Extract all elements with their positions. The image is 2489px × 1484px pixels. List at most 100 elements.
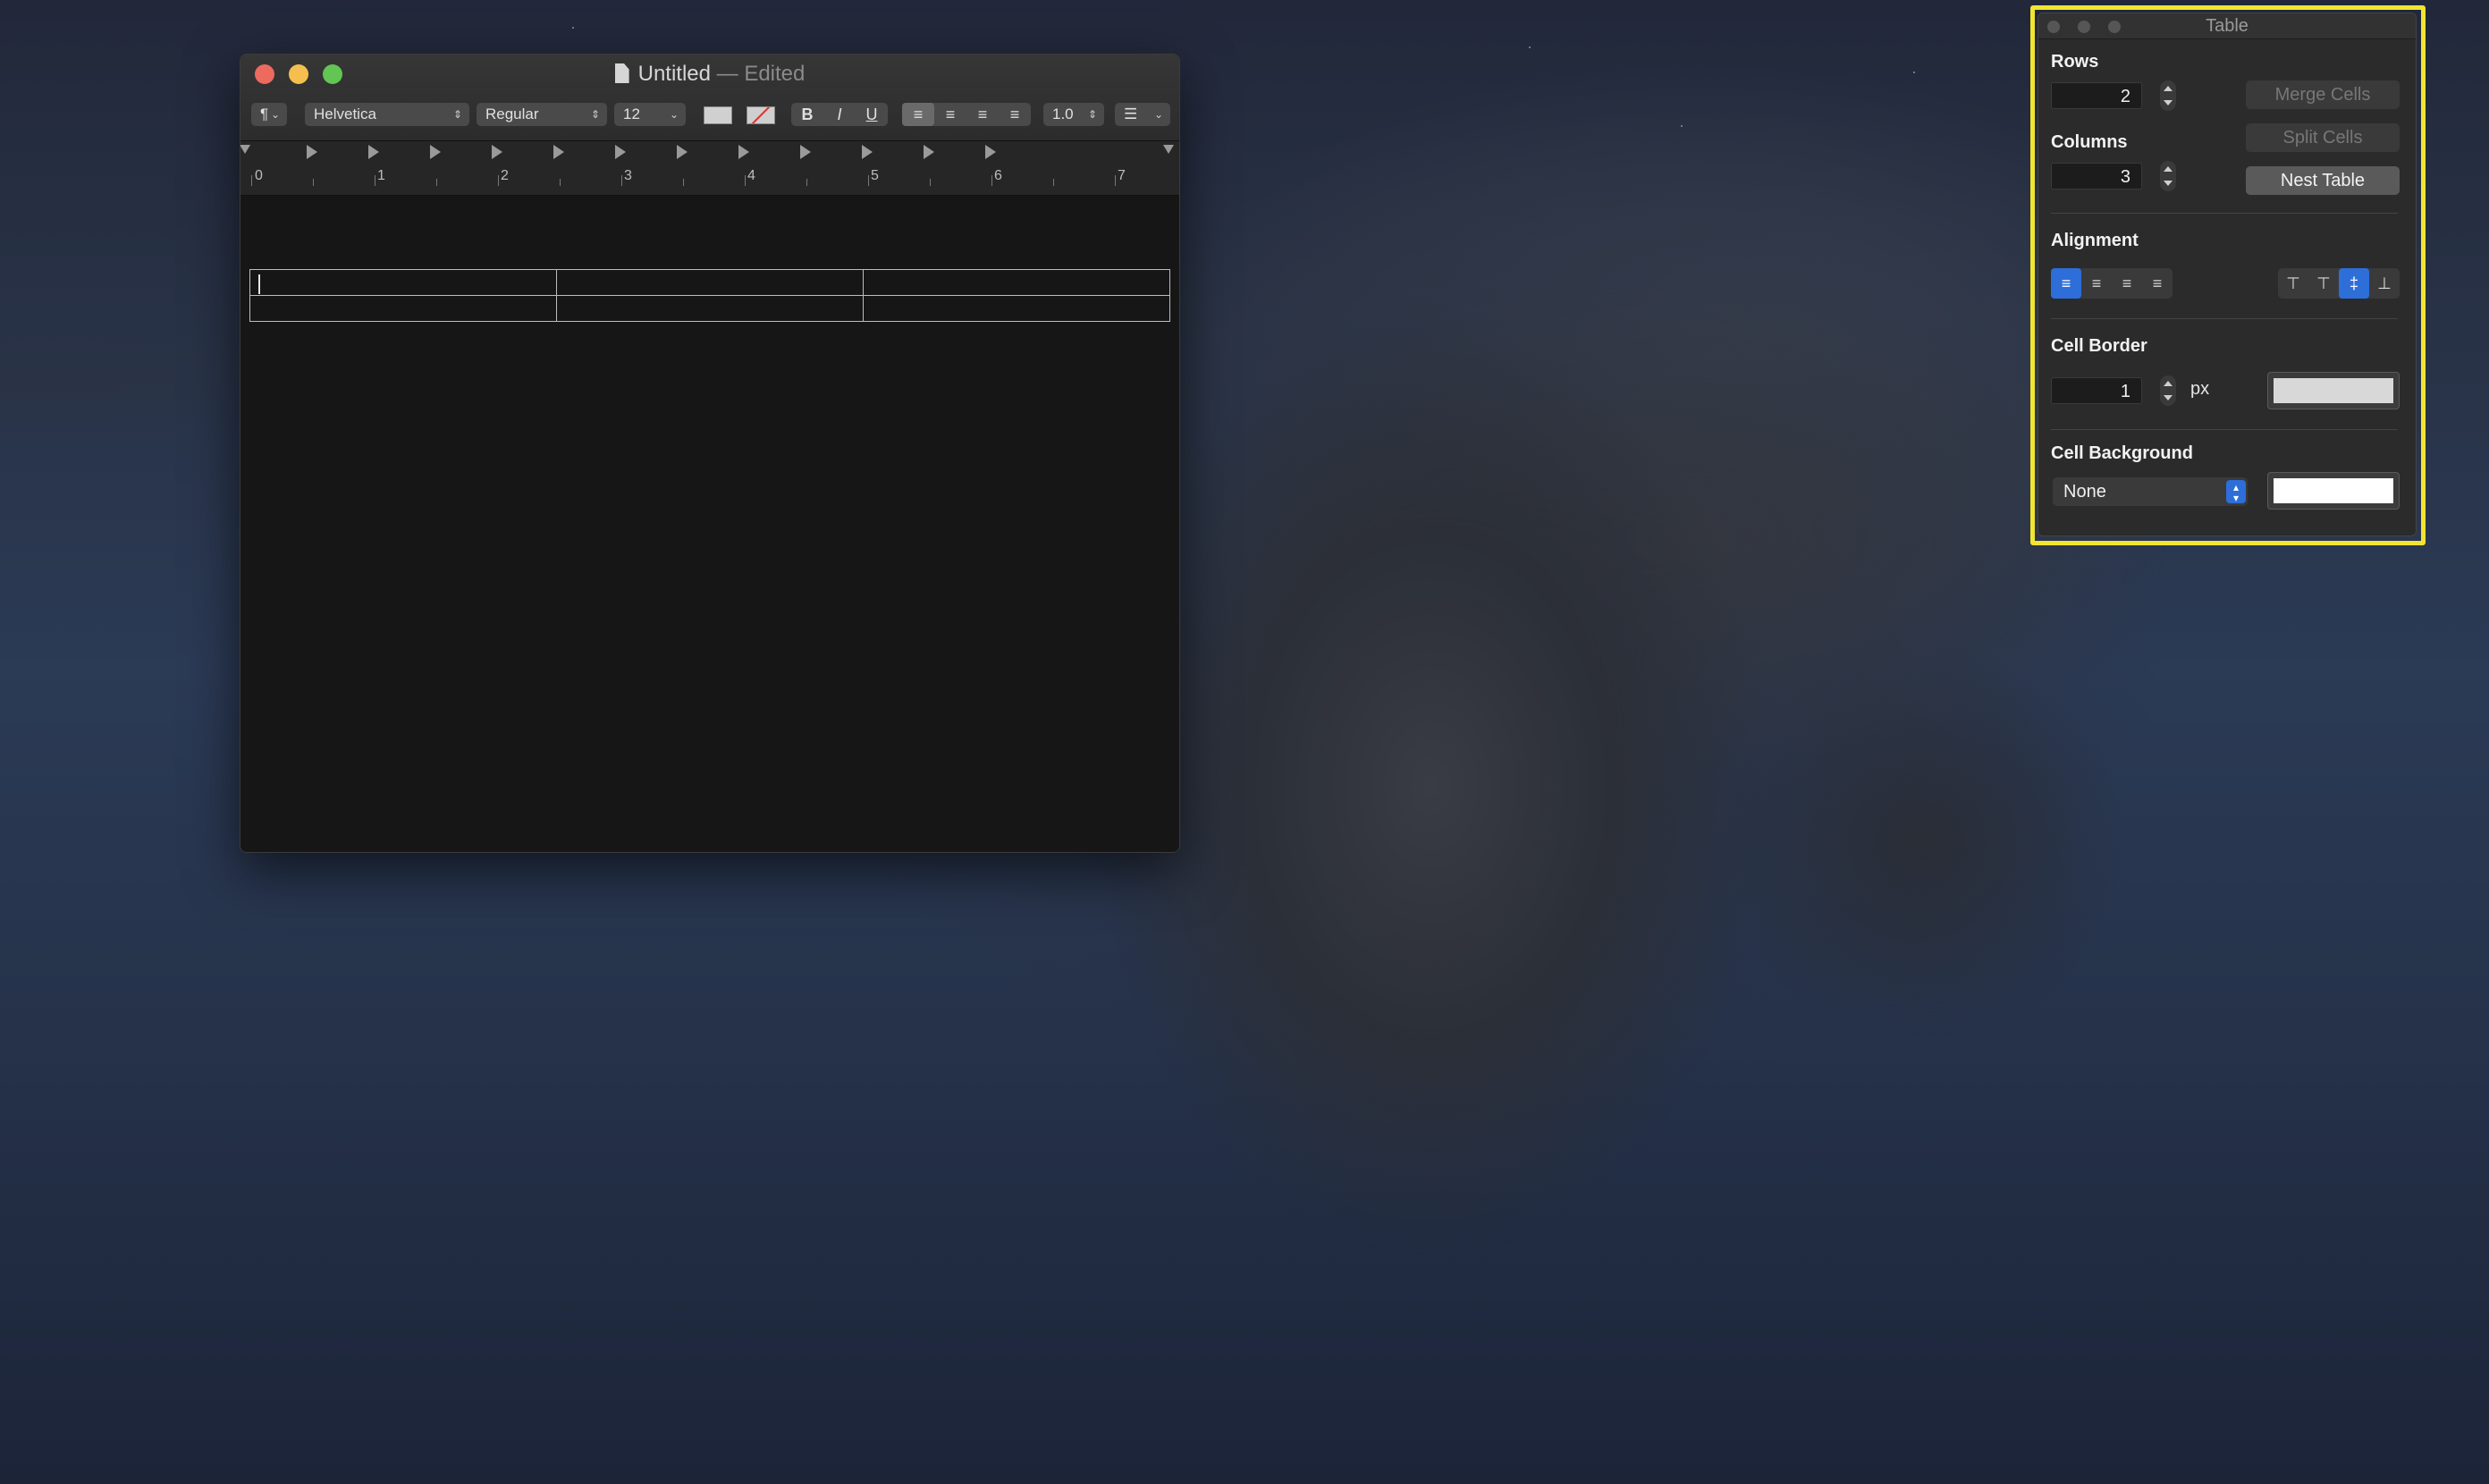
- align-center-icon[interactable]: ≡: [934, 103, 966, 126]
- first-line-indent-marker[interactable]: [240, 145, 250, 154]
- align-left-icon[interactable]: ≡: [902, 103, 934, 126]
- nest-table-button[interactable]: Nest Table: [2246, 166, 2400, 195]
- align-center-icon[interactable]: ≡: [2081, 268, 2112, 299]
- split-cells-button[interactable]: Split Cells: [2246, 123, 2400, 152]
- star: [1681, 125, 1683, 127]
- divider: [2051, 429, 2398, 430]
- ruler-tick: [868, 175, 869, 186]
- align-right-icon[interactable]: ≡: [2142, 268, 2173, 299]
- ruler-tick: [498, 175, 499, 186]
- font-size-combo[interactable]: 12 ⌄: [614, 103, 686, 126]
- star: [1529, 46, 1531, 48]
- align-left-icon[interactable]: ≡: [2051, 268, 2081, 299]
- tab-stop-icon[interactable]: [553, 145, 564, 159]
- ruler-tick: [621, 175, 622, 186]
- cell-background-label: Cell Background: [2051, 443, 2193, 463]
- list-icon: ☰: [1124, 105, 1138, 122]
- align-top-icon[interactable]: ⊤: [2278, 268, 2308, 299]
- align-right-icon[interactable]: ≡: [966, 103, 999, 126]
- merge-cells-button[interactable]: Merge Cells: [2246, 80, 2400, 109]
- align-baseline-icon[interactable]: ⊤: [2308, 268, 2339, 299]
- window-titlebar[interactable]: Untitled — Edited ¶ ⌄ Helvetica ⇕ Regular ⇕…: [240, 55, 1179, 141]
- font-family-popup[interactable]: Helvetica ⇕: [305, 103, 469, 126]
- background-color-swatch: [2274, 478, 2393, 503]
- ruler-tick: [930, 179, 931, 186]
- align-bottom-icon[interactable]: ⊥: [2369, 268, 2400, 299]
- cell-border-color-well[interactable]: [2267, 372, 2400, 409]
- ruler[interactable]: 0 1 2 3 4 5 6 7: [240, 141, 1179, 196]
- cell-border-width-field[interactable]: 1: [2051, 377, 2142, 404]
- table-cell[interactable]: [249, 295, 557, 322]
- edited-status: — Edited: [716, 62, 806, 86]
- table-cell[interactable]: [863, 295, 1170, 322]
- cell-border-label: Cell Border: [2051, 336, 2147, 356]
- panel-title: Table: [2206, 16, 2249, 36]
- border-unit-label: px: [2190, 379, 2210, 399]
- background-color-well[interactable]: [747, 106, 775, 124]
- cell-background-popup[interactable]: None ▴ ▾: [2053, 477, 2248, 506]
- document-text-area[interactable]: [240, 196, 1179, 852]
- font-family-value: Helvetica: [314, 105, 376, 122]
- document-name: Untitled: [637, 62, 711, 86]
- rows-label: Rows: [2051, 52, 2099, 72]
- rows-stepper[interactable]: [2160, 80, 2176, 111]
- align-justify-icon[interactable]: ≡: [2112, 268, 2142, 299]
- columns-field[interactable]: 3: [2051, 163, 2142, 190]
- tab-stop-icon[interactable]: [307, 145, 317, 159]
- tab-stop-icon[interactable]: [924, 145, 934, 159]
- text-color-well[interactable]: [704, 106, 732, 124]
- tab-stop-icon[interactable]: [985, 145, 996, 159]
- document-table[interactable]: [249, 269, 1170, 322]
- ruler-number: 2: [501, 168, 509, 183]
- text-style-segment[interactable]: B I U: [791, 103, 888, 126]
- divider: [2051, 318, 2398, 319]
- paragraph-styles-menu[interactable]: ¶ ⌄: [251, 103, 287, 126]
- cell-background-value: None: [2063, 482, 2106, 502]
- ruler-tick: [806, 179, 807, 186]
- font-style-value: Regular: [485, 105, 539, 122]
- rows-field[interactable]: 2: [2051, 82, 2142, 109]
- font-style-popup[interactable]: Regular ⇕: [477, 103, 607, 126]
- tab-stop-icon[interactable]: [615, 145, 626, 159]
- tab-stop-icon[interactable]: [738, 145, 749, 159]
- text-alignment-segment[interactable]: ≡ ≡ ≡ ≡: [902, 103, 1031, 126]
- text-caret: [258, 274, 260, 294]
- columns-stepper[interactable]: [2160, 161, 2176, 191]
- textedit-window[interactable]: Untitled — Edited ¶ ⌄ Helvetica ⇕ Regular ⇕…: [240, 54, 1180, 853]
- ruler-number: 1: [377, 168, 385, 183]
- tab-stop-icon[interactable]: [862, 145, 873, 159]
- line-spacing-popup[interactable]: 1.0 ⇕: [1043, 103, 1104, 126]
- horizontal-alignment-segment[interactable]: ≡ ≡ ≡ ≡: [2051, 268, 2173, 299]
- star: [572, 27, 574, 29]
- border-color-swatch: [2274, 378, 2393, 403]
- updown-arrows-icon: ⇕: [590, 108, 600, 121]
- cell-background-color-well[interactable]: [2267, 472, 2400, 510]
- ruler-number: 6: [994, 168, 1002, 183]
- list-bullets-popup[interactable]: ☰ ⌄: [1115, 103, 1170, 126]
- table-row: [249, 269, 1170, 296]
- updown-arrows-icon: ⇕: [1087, 108, 1097, 121]
- tab-stop-icon[interactable]: [492, 145, 502, 159]
- align-justify-icon[interactable]: ≡: [999, 103, 1031, 126]
- table-cell[interactable]: [863, 269, 1170, 296]
- tab-stop-icon[interactable]: [430, 145, 441, 159]
- ruler-tick: [560, 179, 561, 186]
- ruler-tick: [1115, 175, 1116, 186]
- panel-titlebar[interactable]: Table: [2038, 13, 2416, 39]
- underline-button[interactable]: U: [856, 103, 888, 126]
- vertical-alignment-segment[interactable]: ⊤ ⊤ ‡ ⊥: [2278, 268, 2400, 299]
- tab-stop-icon[interactable]: [368, 145, 379, 159]
- bold-button[interactable]: B: [791, 103, 823, 126]
- cell-border-stepper[interactable]: [2160, 375, 2176, 406]
- paragraph-icon: ¶: [260, 105, 269, 122]
- align-middle-icon[interactable]: ‡: [2339, 268, 2369, 299]
- italic-button[interactable]: I: [823, 103, 856, 126]
- table-row: [249, 295, 1170, 322]
- tab-stop-icon[interactable]: [800, 145, 811, 159]
- chevron-down-icon: ⌄: [270, 108, 280, 121]
- tab-stop-icon[interactable]: [677, 145, 688, 159]
- right-indent-marker[interactable]: [1163, 145, 1174, 154]
- table-cell[interactable]: [556, 269, 864, 296]
- table-cell[interactable]: [249, 269, 557, 296]
- table-cell[interactable]: [556, 295, 864, 322]
